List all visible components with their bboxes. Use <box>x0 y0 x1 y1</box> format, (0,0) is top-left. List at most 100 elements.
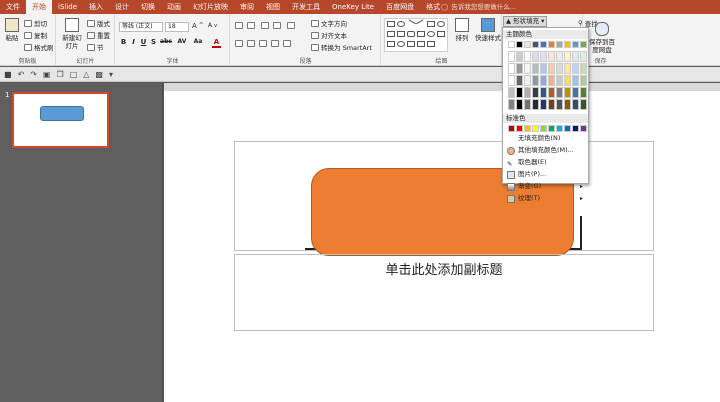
underline-button[interactable]: U <box>139 38 148 46</box>
save-baidu-button[interactable]: 保存到百度网盘 <box>586 22 618 54</box>
paste-button[interactable]: 粘贴 <box>3 18 21 42</box>
save-icon[interactable]: ■ <box>4 70 12 79</box>
align-right-icon[interactable] <box>259 40 267 47</box>
reset-button[interactable]: 重置 <box>87 30 110 40</box>
shape-star[interactable] <box>387 41 395 47</box>
shape-rect-2[interactable] <box>387 31 395 37</box>
shape-rect[interactable] <box>387 21 395 27</box>
theme-color-shade-swatch[interactable] <box>524 75 531 86</box>
shape-line-2[interactable] <box>416 19 426 29</box>
theme-color-shade-swatch[interactable] <box>572 51 579 62</box>
theme-color-shade-swatch[interactable] <box>548 51 555 62</box>
theme-color-shade-swatch[interactable] <box>556 87 563 98</box>
new-slide-button[interactable]: 新建幻灯片 <box>60 18 84 50</box>
copy-button[interactable]: 复制 <box>24 30 47 40</box>
theme-color-shade-swatch[interactable] <box>572 99 579 110</box>
tab-animations[interactable]: 动画 <box>161 0 187 14</box>
theme-color-swatch[interactable] <box>516 41 523 48</box>
theme-color-shade-swatch[interactable] <box>532 51 539 62</box>
line-spacing-icon[interactable] <box>287 22 295 29</box>
shape-line[interactable] <box>406 19 416 29</box>
theme-color-shade-swatch[interactable] <box>572 87 579 98</box>
strikethrough-button[interactable]: abc <box>159 38 173 45</box>
shrink-font-button[interactable]: Av <box>208 22 217 29</box>
font-name-combo[interactable]: 等线 (正文) <box>119 22 163 32</box>
theme-color-shade-swatch[interactable] <box>516 87 523 98</box>
smartart-button[interactable]: 转换为 SmartArt <box>311 42 372 52</box>
theme-color-shade-swatch[interactable] <box>508 51 515 62</box>
theme-color-shade-swatch[interactable] <box>572 63 579 74</box>
bullets-icon[interactable] <box>235 22 243 29</box>
layout-button[interactable]: 版式 <box>87 18 110 28</box>
no-fill-item[interactable]: 无填充颜色(N) <box>505 133 587 144</box>
theme-color-shade-swatch[interactable] <box>564 51 571 62</box>
theme-color-shade-swatch[interactable] <box>548 75 555 86</box>
shapes-icon[interactable]: △ <box>83 70 89 79</box>
theme-color-shade-swatch[interactable] <box>532 99 539 110</box>
theme-color-shade-swatch[interactable] <box>532 75 539 86</box>
shape-circle[interactable] <box>437 21 445 27</box>
tab-design[interactable]: 设计 <box>109 0 135 14</box>
redo-icon[interactable]: ↷ <box>30 70 37 79</box>
theme-color-shade-swatch[interactable] <box>548 63 555 74</box>
theme-color-shade-swatch[interactable] <box>532 87 539 98</box>
standard-color-swatch[interactable] <box>548 125 555 132</box>
shape-rounded[interactable] <box>407 31 415 37</box>
shape-bracket[interactable] <box>417 41 425 47</box>
standard-color-swatch[interactable] <box>564 125 571 132</box>
theme-color-shade-swatch[interactable] <box>580 75 587 86</box>
theme-color-shade-swatch[interactable] <box>540 51 547 62</box>
theme-color-shade-swatch[interactable] <box>540 63 547 74</box>
theme-color-shade-swatch[interactable] <box>564 99 571 110</box>
theme-color-shade-swatch[interactable] <box>524 51 531 62</box>
standard-color-swatch[interactable] <box>556 125 563 132</box>
more-colors-item[interactable]: 其他填充颜色(M)... <box>505 145 587 156</box>
screenshot-icon[interactable]: □ <box>70 70 78 79</box>
theme-color-shade-swatch[interactable] <box>508 75 515 86</box>
theme-color-swatch[interactable] <box>572 41 579 48</box>
theme-color-shade-swatch[interactable] <box>580 99 587 110</box>
gradient-fill-item[interactable]: 渐变(G) ▸ <box>505 181 587 192</box>
tab-slideshow[interactable]: 幻灯片放映 <box>187 0 234 14</box>
standard-color-swatch[interactable] <box>540 125 547 132</box>
decrease-indent-icon[interactable] <box>261 22 269 29</box>
theme-color-shade-swatch[interactable] <box>580 51 587 62</box>
tab-review[interactable]: 审阅 <box>234 0 260 14</box>
tab-transitions[interactable]: 切换 <box>135 0 161 14</box>
font-size-combo[interactable]: 18 <box>165 22 189 32</box>
theme-color-shade-swatch[interactable] <box>556 99 563 110</box>
theme-color-shade-swatch[interactable] <box>532 63 539 74</box>
font-color-button[interactable]: A <box>212 38 221 48</box>
standard-color-swatch[interactable] <box>524 125 531 132</box>
tell-me-box[interactable]: ◯ 告诉我您想要做什么... <box>441 1 516 13</box>
copy-icon[interactable]: ❐ <box>57 70 64 79</box>
shape-fill-button[interactable]: ▲ 形状填充 ▾ <box>503 16 547 27</box>
theme-color-swatch[interactable] <box>556 41 563 48</box>
arrange-button[interactable]: 排列 <box>452 18 472 42</box>
shape-brace[interactable] <box>437 31 445 37</box>
theme-color-shade-swatch[interactable] <box>564 87 571 98</box>
theme-color-shade-swatch[interactable] <box>556 63 563 74</box>
tab-onekey[interactable]: OneKey Lite <box>326 0 380 14</box>
theme-color-swatch[interactable] <box>564 41 571 48</box>
theme-color-shade-swatch[interactable] <box>540 75 547 86</box>
tab-insert[interactable]: 插入 <box>83 0 109 14</box>
theme-color-shade-swatch[interactable] <box>524 63 531 74</box>
shape-smile[interactable] <box>397 41 405 47</box>
eyedropper-item[interactable]: ✎ 取色器(E) <box>505 157 587 168</box>
shape-oval-2[interactable] <box>427 31 435 37</box>
theme-color-shade-swatch[interactable] <box>508 63 515 74</box>
grow-font-button[interactable]: A ^ <box>192 22 204 30</box>
theme-color-shade-swatch[interactable] <box>548 87 555 98</box>
theme-color-shade-swatch[interactable] <box>580 63 587 74</box>
theme-color-swatch[interactable] <box>532 41 539 48</box>
shape-square[interactable] <box>427 21 435 27</box>
standard-color-swatch[interactable] <box>532 125 539 132</box>
increase-indent-icon[interactable] <box>273 22 281 29</box>
theme-color-shade-swatch[interactable] <box>516 99 523 110</box>
justify-icon[interactable] <box>271 40 279 47</box>
theme-color-shade-swatch[interactable] <box>564 63 571 74</box>
shape-callout[interactable] <box>407 41 415 47</box>
theme-color-swatch[interactable] <box>580 41 587 48</box>
texture-fill-item[interactable]: 纹理(T) ▸ <box>505 193 587 204</box>
